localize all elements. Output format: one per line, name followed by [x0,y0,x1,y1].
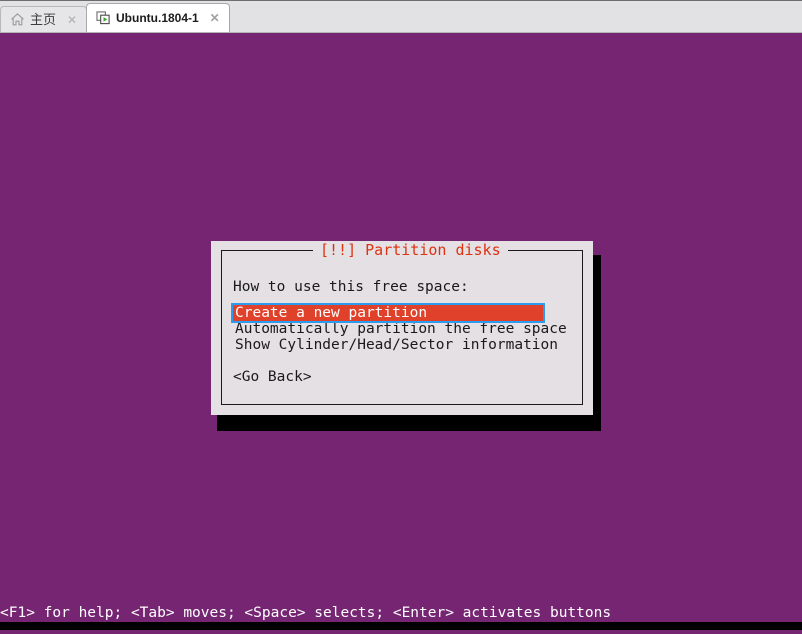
tab-strip: 主页 ✕ Ubuntu.1804-1 ✕ [0,0,802,33]
tab-home-label: 主页 [30,12,57,27]
close-icon[interactable]: ✕ [65,13,79,27]
virtual-machine-icon [96,11,111,25]
tab-ubuntu-label: Ubuntu.1804-1 [116,11,199,25]
home-icon [10,12,25,27]
vm-console-screen[interactable]: [!!] Partition disks How to use this fre… [0,33,802,634]
partition-disks-dialog: [!!] Partition disks How to use this fre… [211,241,593,415]
go-back-button[interactable]: <Go Back> [233,369,312,385]
status-bar-underline [0,622,802,630]
menu-item-automatically-partition[interactable]: Automatically partition the free space [233,321,569,337]
free-space-options-menu: Create a new partition Automatically par… [231,303,569,353]
menu-item-show-chs-information[interactable]: Show Cylinder/Head/Sector information [233,337,569,353]
close-icon[interactable]: ✕ [208,11,222,25]
menu-item-create-new-partition[interactable]: Create a new partition [231,303,545,323]
dialog-body: How to use this free space: Create a new… [211,241,593,415]
console-status-bar: <F1> for help; <Tab> moves; <Space> sele… [0,605,612,621]
vmware-workstation-window: 主页 ✕ Ubuntu.1804-1 ✕ [!!] Partition disk… [0,0,802,634]
tab-ubuntu-1804-1[interactable]: Ubuntu.1804-1 ✕ [86,3,230,32]
dialog-prompt: How to use this free space: [233,279,469,295]
tab-home[interactable]: 主页 ✕ [0,6,88,32]
dialog-title: [!!] Partition disks [313,242,508,258]
